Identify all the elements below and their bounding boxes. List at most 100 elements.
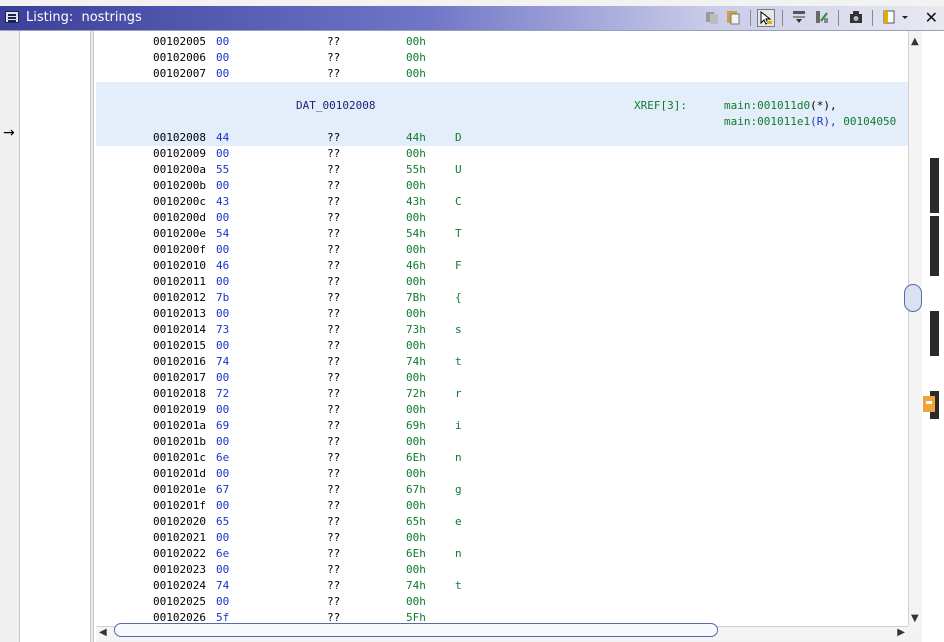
byte-value: 00: [216, 179, 230, 192]
char-value: {: [455, 291, 462, 304]
xref-entry-2[interactable]: main:001011e1(R), 00104050: [724, 114, 896, 130]
paste-icon[interactable]: [724, 9, 742, 27]
hex-value: 00h: [406, 211, 426, 224]
listing-row[interactable]: 00102015 00?? 00h: [96, 338, 908, 354]
close-icon[interactable]: ✕: [925, 7, 938, 29]
undefined-marker: ??: [327, 371, 341, 384]
scroll-left-icon[interactable]: ◀: [99, 627, 107, 638]
undefined-marker: ??: [327, 131, 341, 144]
listing-row[interactable]: 00102016 74?? 74h t: [96, 354, 908, 370]
listing-row[interactable]: 00102011 00?? 00h: [96, 274, 908, 290]
undefined-marker: ??: [327, 195, 341, 208]
listing-row[interactable]: 00102021 00?? 00h: [96, 530, 908, 546]
dropdown-icon[interactable]: [899, 9, 911, 27]
snapshot-icon[interactable]: [847, 9, 865, 27]
listing-row[interactable]: 0010200b 00?? 00h: [96, 178, 908, 194]
listing-row[interactable]: 00102008 44?? 44h D: [96, 130, 908, 146]
listing-row[interactable]: 00102018 72?? 72h r: [96, 386, 908, 402]
vertical-scrollbar[interactable]: ▲ ▼: [908, 31, 922, 626]
listing-row[interactable]: 00102012 7b?? 7Bh {: [96, 290, 908, 306]
byte-value: 00: [216, 563, 230, 576]
listing-view[interactable]: DAT_00102008 XREF[3]: main:001011d0(*), …: [96, 31, 908, 626]
listing-row[interactable]: 0010200f 00?? 00h: [96, 242, 908, 258]
undefined-marker: ??: [327, 339, 341, 352]
undefined-marker: ??: [327, 547, 341, 560]
data-label[interactable]: DAT_00102008: [296, 98, 375, 114]
listing-row[interactable]: 00102006 00?? 00h: [96, 50, 908, 66]
char-value: t: [455, 579, 462, 592]
listing-row[interactable]: 00102010 46?? 46h F: [96, 258, 908, 274]
listing-row[interactable]: 0010201f 00?? 00h: [96, 498, 908, 514]
hex-value: 00h: [406, 51, 426, 64]
listing-row[interactable]: 0010201b 00?? 00h: [96, 434, 908, 450]
undefined-marker: ??: [327, 579, 341, 592]
byte-value: 00: [216, 595, 230, 608]
listing-row[interactable]: 00102024 74?? 74h t: [96, 578, 908, 594]
address: 00102013: [153, 307, 206, 320]
bookmark-marker-icon[interactable]: [923, 396, 935, 412]
listing-row[interactable]: 00102025 00?? 00h: [96, 594, 908, 610]
horizontal-scrollbar[interactable]: ◀ ▶: [96, 623, 908, 640]
listing-row[interactable]: 00102019 00?? 00h: [96, 402, 908, 418]
address: 00102017: [153, 371, 206, 384]
scroll-right-icon[interactable]: ▶: [897, 627, 905, 638]
hex-value: 00h: [406, 595, 426, 608]
listing-row[interactable]: 0010200c 43?? 43h C: [96, 194, 908, 210]
undefined-marker: ??: [327, 147, 341, 160]
copy-icon[interactable]: [703, 9, 721, 27]
listing-row[interactable]: 0010201a 69?? 69h i: [96, 418, 908, 434]
cursor-select-icon[interactable]: [757, 9, 775, 27]
undefined-marker: ??: [327, 243, 341, 256]
undefined-marker: ??: [327, 227, 341, 240]
listing-row[interactable]: 0010201e 67?? 67h g: [96, 482, 908, 498]
address: 0010200c: [153, 195, 206, 208]
hex-value: 00h: [406, 467, 426, 480]
address: 00102005: [153, 35, 206, 48]
undefined-marker: ??: [327, 259, 341, 272]
listing-row[interactable]: 00102020 65?? 65h e: [96, 514, 908, 530]
undefined-marker: ??: [327, 467, 341, 480]
hex-value: 00h: [406, 147, 426, 160]
undefined-marker: ??: [327, 499, 341, 512]
byte-value: 00: [216, 371, 230, 384]
margin-splitter[interactable]: [90, 31, 94, 642]
scroll-up-icon[interactable]: ▲: [911, 36, 919, 47]
byte-value: 55: [216, 163, 230, 176]
horizontal-scroll-thumb[interactable]: [114, 623, 718, 637]
address: 00102022: [153, 547, 206, 560]
char-value: F: [455, 259, 462, 272]
listing-row[interactable]: 00102009 00?? 00h: [96, 146, 908, 162]
hex-value: 67h: [406, 483, 426, 496]
listing-row[interactable]: 0010200e 54?? 54h T: [96, 226, 908, 242]
marker-strip: [0, 31, 20, 642]
listing-row[interactable]: 00102023 00?? 00h: [96, 562, 908, 578]
overview-bar[interactable]: [922, 31, 944, 642]
listing-row[interactable]: 00102022 6e?? 6Eh n: [96, 546, 908, 562]
listing-row[interactable]: 00102005 00?? 00h: [96, 34, 908, 50]
diff-icon[interactable]: [813, 9, 831, 27]
listing-row[interactable]: 0010201d 00?? 00h: [96, 466, 908, 482]
format-icon[interactable]: [880, 9, 898, 27]
undefined-marker: ??: [327, 595, 341, 608]
hex-value: 44h: [406, 131, 426, 144]
byte-value: 69: [216, 419, 230, 432]
scroll-down-icon[interactable]: ▼: [911, 613, 919, 624]
address: 00102023: [153, 563, 206, 576]
undefined-marker: ??: [327, 179, 341, 192]
listing-row[interactable]: 00102014 73?? 73h s: [96, 322, 908, 338]
address: 0010201f: [153, 499, 206, 512]
byte-value: 65: [216, 515, 230, 528]
listing-row[interactable]: 00102013 00?? 00h: [96, 306, 908, 322]
hex-value: 00h: [406, 307, 426, 320]
vertical-scroll-thumb[interactable]: [904, 284, 922, 312]
listing-row[interactable]: 0010200d 00?? 00h: [96, 210, 908, 226]
overview-block: [930, 158, 939, 213]
field-navigate-icon[interactable]: [790, 9, 808, 27]
listing-row[interactable]: 0010200a 55?? 55h U: [96, 162, 908, 178]
listing-row[interactable]: 00102007 00?? 00h: [96, 66, 908, 82]
listing-row[interactable]: 00102017 00?? 00h: [96, 370, 908, 386]
listing-row[interactable]: 0010201c 6e?? 6Eh n: [96, 450, 908, 466]
xref-entry-1[interactable]: main:001011d0(*),: [724, 98, 837, 114]
undefined-marker: ??: [327, 211, 341, 224]
byte-value: 72: [216, 387, 230, 400]
